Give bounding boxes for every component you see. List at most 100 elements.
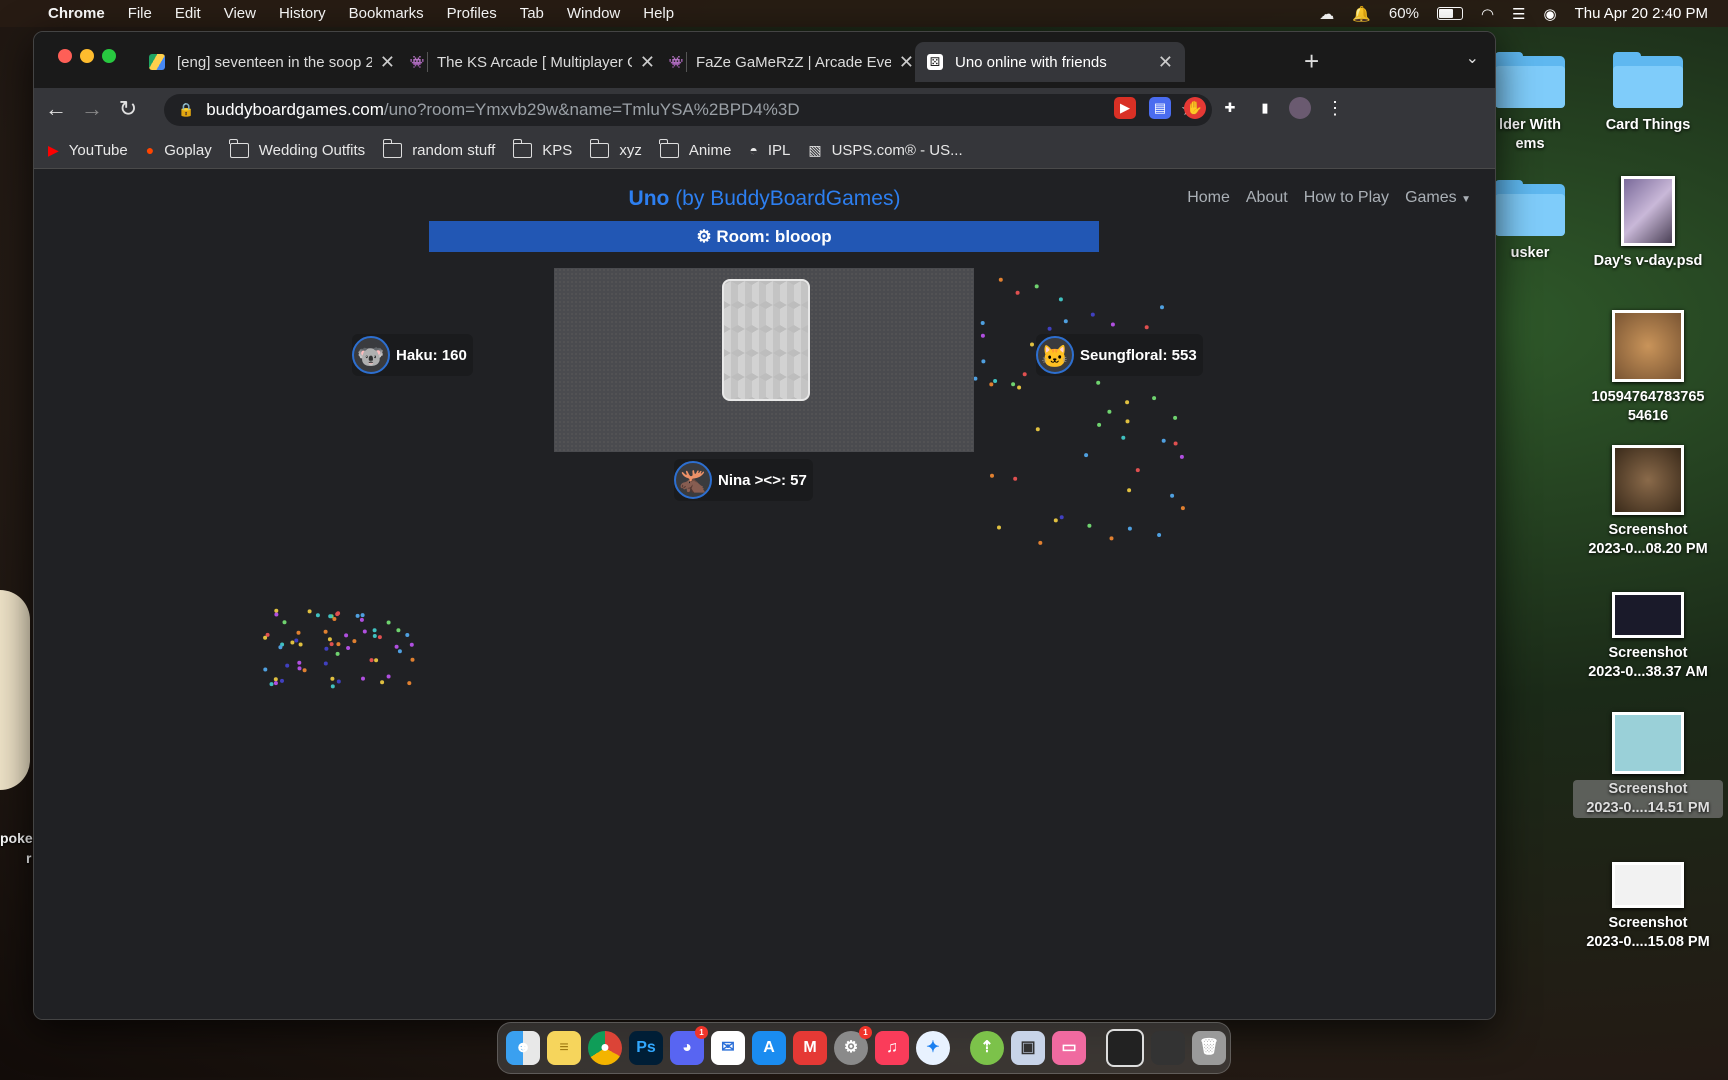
confetti-dot — [355, 613, 360, 618]
music-icon[interactable]: ♫ — [875, 1031, 909, 1065]
game-table — [554, 268, 974, 452]
extensions-puzzle-icon[interactable]: ✚ — [1219, 97, 1241, 119]
confetti-dot — [1017, 385, 1022, 390]
new-tab-button[interactable]: + — [1304, 46, 1319, 77]
nav-how-to-play[interactable]: How to Play — [1304, 189, 1389, 207]
bookmark-anime[interactable]: Anime — [659, 138, 731, 159]
bookmark-ipl[interactable]: ◓ IPL — [749, 142, 790, 159]
tab-uno[interactable]: ⚄ Uno online with friends ✕ — [915, 42, 1185, 82]
bookmark-random-stuff[interactable]: random stuff — [382, 138, 495, 159]
close-icon[interactable]: ✕ — [640, 52, 655, 73]
desktop-folder-card-things[interactable]: Card Things — [1573, 52, 1723, 135]
menu-bookmarks[interactable]: Bookmarks — [349, 5, 424, 22]
lock-icon[interactable]: 🔒 — [178, 102, 194, 118]
mail-icon[interactable]: ✉ — [711, 1031, 745, 1065]
bookmark-xyz[interactable]: xyz — [589, 138, 642, 159]
notes-icon[interactable]: ≡ — [547, 1031, 581, 1065]
desktop-screenshot-3[interactable]: Screenshot 2023-0....14.51 PM — [1573, 712, 1723, 818]
browser-window: [eng] seventeen in the soop 2 ( ✕ 👾 The … — [33, 31, 1496, 1020]
menu-help[interactable]: Help — [643, 5, 674, 22]
back-button[interactable]: ← — [42, 96, 70, 122]
menu-edit[interactable]: Edit — [175, 5, 201, 22]
draw-pile-card[interactable] — [722, 279, 810, 401]
chrome-icon[interactable]: ● — [588, 1031, 622, 1065]
tab-seventeen[interactable]: [eng] seventeen in the soop 2 ( ✕ — [137, 42, 407, 82]
close-icon[interactable]: ✕ — [899, 52, 914, 73]
reload-button[interactable]: ↻ — [114, 96, 142, 122]
minimize-window-button[interactable] — [80, 49, 94, 63]
tab-search-chevron-icon[interactable]: ⌄ — [1466, 48, 1479, 68]
desktop-file-image[interactable]: 10594764783765 54616 — [1573, 310, 1723, 426]
menu-tab[interactable]: Tab — [520, 5, 544, 22]
desktop-screenshot-4[interactable]: Screenshot 2023-0....15.08 PM — [1573, 862, 1723, 952]
photoshop-icon[interactable]: Ps — [629, 1031, 663, 1065]
system-settings-icon[interactable]: ⚙ 1 — [834, 1026, 872, 1065]
confetti-dot — [335, 651, 340, 656]
close-icon[interactable]: ✕ — [1158, 52, 1173, 73]
control-center-icon[interactable]: ☰ — [1512, 5, 1525, 23]
confetti-dot — [409, 642, 414, 647]
address-bar[interactable]: 🔒 buddyboardgames.com /uno?room=Ymxvb29w… — [164, 94, 1212, 126]
battery-percent[interactable]: 60% — [1389, 5, 1419, 22]
menubar-clock[interactable]: Thu Apr 20 2:40 PM — [1575, 5, 1708, 22]
confetti-dot — [273, 677, 278, 682]
desktop-screenshot-2[interactable]: Screenshot 2023-0...38.37 AM — [1573, 592, 1723, 682]
bookmark-usps[interactable]: ▧ USPS.com® - US... — [808, 142, 962, 159]
side-panel-icon[interactable]: ▮ — [1254, 97, 1276, 119]
preview-icon[interactable]: ▣ — [1011, 1031, 1045, 1065]
confetti-dot — [294, 638, 299, 643]
nav-home[interactable]: Home — [1187, 189, 1230, 207]
screen-app-icon[interactable]: ▭ — [1052, 1031, 1086, 1065]
bookmark-label: Wedding Outfits — [258, 141, 366, 159]
confetti-dot — [1011, 382, 1016, 387]
close-icon[interactable]: ✕ — [380, 52, 395, 73]
game-icon: 👾 — [409, 55, 425, 69]
battery-icon[interactable] — [1436, 7, 1463, 20]
cloud-app-icon[interactable]: ⇡ — [970, 1031, 1004, 1065]
forward-button[interactable]: → — [78, 96, 106, 122]
youtube-ext-icon[interactable]: ▶ — [1114, 97, 1136, 119]
cloud-sync-icon[interactable]: ☁ — [1319, 5, 1334, 23]
more-menu-icon[interactable]: ⋮ — [1324, 97, 1346, 119]
app-store-icon[interactable]: A — [752, 1031, 786, 1065]
confetti-dot — [386, 620, 391, 625]
bookmark-wedding-outfits[interactable]: Wedding Outfits — [229, 138, 366, 159]
trash-icon[interactable]: 🗑 — [1192, 1031, 1226, 1065]
recent-window-2-icon[interactable] — [1151, 1031, 1185, 1065]
profile-avatar[interactable] — [1289, 97, 1311, 119]
confetti-dot — [1173, 441, 1178, 446]
nav-games[interactable]: Games ▼ — [1405, 189, 1471, 207]
confetti-dot — [269, 682, 274, 687]
finder-icon[interactable]: ☻ — [506, 1031, 540, 1065]
extension-icon[interactable]: ▤ — [1149, 97, 1171, 119]
menu-profiles[interactable]: Profiles — [447, 5, 497, 22]
siri-icon[interactable]: ◉ — [1543, 5, 1556, 23]
zoom-window-button[interactable] — [102, 49, 116, 63]
gmail-icon[interactable]: M — [793, 1031, 827, 1065]
menu-view[interactable]: View — [224, 5, 256, 22]
bookmark-kps[interactable]: KPS — [512, 138, 572, 159]
nav-about[interactable]: About — [1246, 189, 1288, 207]
bookmarks-bar: ▶ YouTube ● Goplay Wedding Outfits random … — [34, 132, 1495, 169]
menu-bar: Chrome File Edit View History Bookmarks … — [0, 0, 1728, 27]
bookmark-goplay[interactable]: ● Goplay — [146, 142, 212, 159]
menu-history[interactable]: History — [279, 5, 326, 22]
bookmark-youtube[interactable]: ▶ YouTube — [48, 142, 128, 159]
confetti-dot — [377, 635, 382, 640]
confetti-dot — [989, 382, 994, 387]
menu-file[interactable]: File — [128, 5, 152, 22]
safari-icon[interactable]: ✦ — [916, 1031, 950, 1065]
tab-faze[interactable]: 👾 FaZe GaMeRzZ | Arcade Event ✕ — [656, 42, 926, 82]
confetti-dot — [302, 668, 307, 673]
wifi-icon[interactable]: ◠ — [1481, 5, 1494, 23]
tab-ks-arcade[interactable]: 👾 The KS Arcade [ Multiplayer Ga ✕ — [397, 42, 667, 82]
notification-icon[interactable]: 🔔 — [1352, 5, 1371, 23]
menu-app-name[interactable]: Chrome — [48, 5, 105, 22]
recent-window-icon[interactable] — [1106, 1029, 1144, 1067]
close-window-button[interactable] — [58, 49, 72, 63]
discord-icon[interactable]: ◕ 1 — [670, 1026, 708, 1065]
blocker-ext-icon[interactable]: ✋ — [1184, 97, 1206, 119]
confetti-dot — [278, 645, 283, 650]
desktop-screenshot-1[interactable]: Screenshot 2023-0...08.20 PM — [1573, 445, 1723, 559]
menu-window[interactable]: Window — [567, 5, 620, 22]
